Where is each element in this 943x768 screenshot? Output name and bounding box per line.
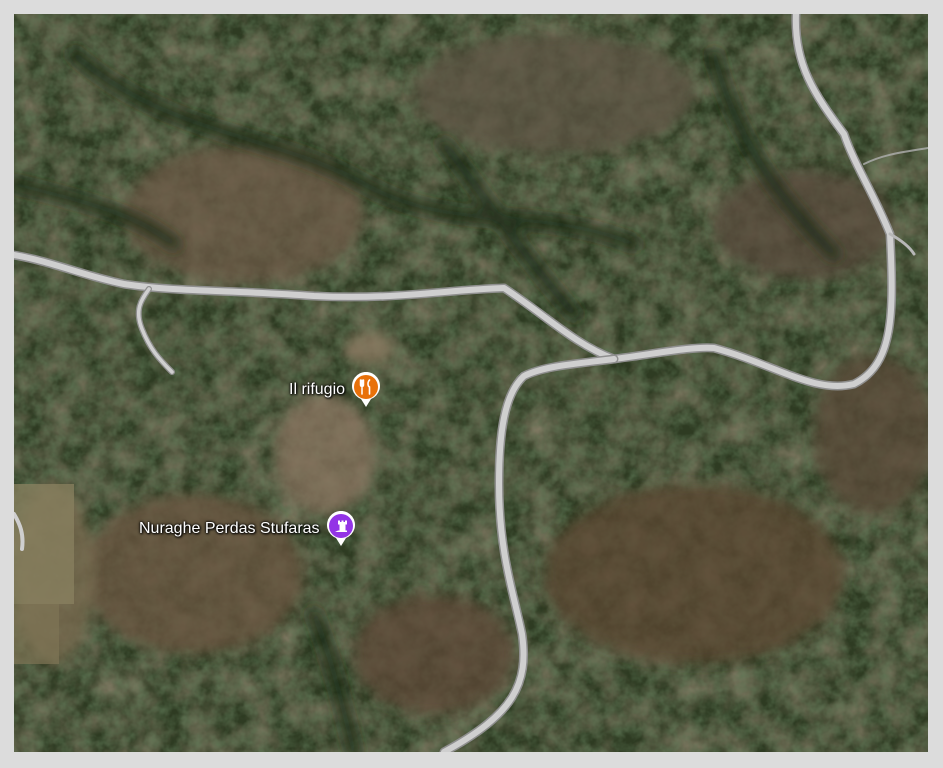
fork-knife-icon [351,372,381,408]
poi-label: Nuraghe Perdas Stufaras [139,520,320,537]
castle-icon [326,511,356,547]
poi-label: Il rifugio [289,381,346,398]
poi-il-rifugio[interactable]: Il rifugio [289,372,381,408]
map-frame: Il rifugio Nuraghe Perdas Stufaras [0,0,943,768]
poi-nuraghe-perdas-stufaras[interactable]: Nuraghe Perdas Stufaras [139,511,356,547]
satellite-terrain [14,14,928,752]
satellite-map[interactable]: Il rifugio Nuraghe Perdas Stufaras [14,14,928,752]
